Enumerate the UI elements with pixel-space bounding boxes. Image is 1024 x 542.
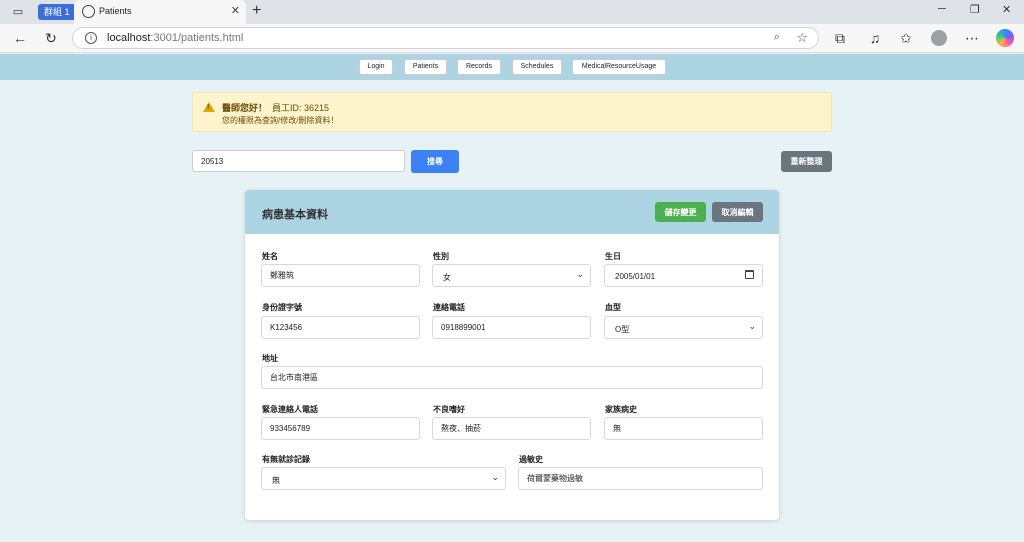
nav-login[interactable]: Login bbox=[359, 59, 393, 75]
nav-medical-resource-usage[interactable]: MedicalResourceUsage bbox=[572, 59, 666, 75]
tab-group-chip[interactable]: 群組 1 bbox=[38, 4, 76, 20]
copilot-icon[interactable] bbox=[996, 29, 1014, 47]
browser-toolbar: ← ↻ i localhost:3001/patients.html ⌕ ☆ ⧉… bbox=[0, 24, 1024, 53]
extensions-icon[interactable]: ⧉ bbox=[832, 30, 848, 46]
zoom-icon[interactable]: ⌕ bbox=[774, 31, 780, 44]
profile-avatar[interactable] bbox=[931, 30, 947, 46]
reload-icon[interactable]: ↻ bbox=[43, 30, 59, 46]
id-number-field[interactable] bbox=[261, 316, 420, 339]
card-title: 病患基本資料 bbox=[262, 209, 328, 221]
tab-actions-icon[interactable]: ▭ bbox=[10, 4, 26, 20]
emergency-phone-field[interactable] bbox=[261, 417, 420, 440]
blood-type-label: 血型 bbox=[605, 303, 621, 312]
visit-record-label: 有無就診記錄 bbox=[262, 455, 310, 464]
browser-tabbar: ▭ 群組 1 Patients ✕ + ─ ❐ ✕ bbox=[0, 0, 1024, 24]
visit-record-select[interactable]: 無 ⌄ bbox=[261, 467, 506, 490]
alert-permission: 您的權限為查詢/修改/刪除資料！ bbox=[222, 116, 339, 125]
address-field[interactable] bbox=[261, 366, 763, 389]
more-menu-icon[interactable]: ⋯ bbox=[964, 30, 980, 46]
chevron-down-icon: ⌄ bbox=[748, 321, 756, 331]
birthday-label: 生日 bbox=[605, 252, 621, 261]
permission-alert: ! 醫師您好！ 員工ID: 36215 您的權限為查詢/修改/刪除資料！ bbox=[192, 92, 832, 132]
new-tab-icon[interactable]: + bbox=[252, 2, 261, 20]
tab-close-icon[interactable]: ✕ bbox=[231, 4, 240, 17]
family-history-label: 家族病史 bbox=[605, 405, 637, 414]
window-close-icon[interactable]: ✕ bbox=[1002, 3, 1011, 16]
back-icon[interactable]: ← bbox=[12, 30, 28, 46]
name-label: 姓名 bbox=[262, 252, 278, 261]
site-info-icon[interactable]: i bbox=[85, 32, 97, 44]
save-changes-button[interactable]: 儲存變更 bbox=[655, 202, 706, 222]
address-url: localhost:3001/patients.html bbox=[107, 32, 244, 44]
card-header: 病患基本資料 儲存變更 取消編輯 bbox=[245, 190, 779, 234]
emergency-phone-label: 緊急連絡人電話 bbox=[262, 405, 318, 414]
chevron-down-icon: ⌄ bbox=[576, 269, 584, 279]
minimize-icon[interactable]: ─ bbox=[938, 3, 946, 15]
browser-essentials-icon[interactable]: ♫ bbox=[867, 30, 883, 46]
habits-label: 不良嗜好 bbox=[433, 405, 465, 414]
calendar-icon[interactable] bbox=[745, 270, 754, 279]
habits-field[interactable] bbox=[432, 417, 591, 440]
allergy-label: 過敏史 bbox=[519, 455, 543, 464]
family-history-field[interactable] bbox=[604, 417, 763, 440]
refresh-button[interactable]: 重新整理 bbox=[781, 151, 832, 172]
address-bar[interactable]: i localhost:3001/patients.html ⌕ ☆ bbox=[72, 27, 819, 49]
nav-patients[interactable]: Patients bbox=[404, 59, 447, 75]
search-input[interactable] bbox=[192, 150, 405, 172]
birthday-date-field[interactable]: 2005/01/01 bbox=[604, 264, 763, 287]
patient-card: 病患基本資料 儲存變更 取消編輯 姓名 性別 女 ⌄ 生日 2005/01/01… bbox=[245, 190, 779, 520]
nav-records[interactable]: Records bbox=[457, 59, 501, 75]
allergy-field[interactable] bbox=[518, 467, 763, 490]
app-navbar: Login Patients Records Schedules Medical… bbox=[0, 54, 1024, 80]
address-label: 地址 bbox=[262, 354, 278, 363]
favorites-icon[interactable]: ✩ bbox=[898, 30, 914, 46]
favorite-star-icon[interactable]: ☆ bbox=[796, 30, 808, 46]
name-field[interactable] bbox=[261, 264, 420, 287]
browser-tab[interactable]: Patients ✕ bbox=[74, 0, 246, 24]
globe-icon bbox=[82, 5, 95, 18]
chevron-down-icon: ⌄ bbox=[491, 472, 499, 482]
blood-type-select[interactable]: O型 ⌄ bbox=[604, 316, 763, 339]
gender-select[interactable]: 女 ⌄ bbox=[432, 264, 591, 287]
phone-field[interactable] bbox=[432, 316, 591, 339]
search-button[interactable]: 搜尋 bbox=[411, 150, 459, 173]
id-number-label: 身份證字號 bbox=[262, 303, 302, 312]
nav-schedules[interactable]: Schedules bbox=[512, 59, 562, 75]
alert-greeting: 醫師您好！ bbox=[222, 103, 268, 113]
cancel-edit-button[interactable]: 取消編輯 bbox=[712, 202, 763, 222]
alert-employee-id: 員工ID: 36215 bbox=[272, 103, 330, 113]
phone-label: 連絡電話 bbox=[433, 303, 465, 312]
restore-icon[interactable]: ❐ bbox=[970, 3, 980, 16]
tab-title: Patients bbox=[99, 6, 132, 16]
gender-label: 性別 bbox=[433, 252, 449, 261]
